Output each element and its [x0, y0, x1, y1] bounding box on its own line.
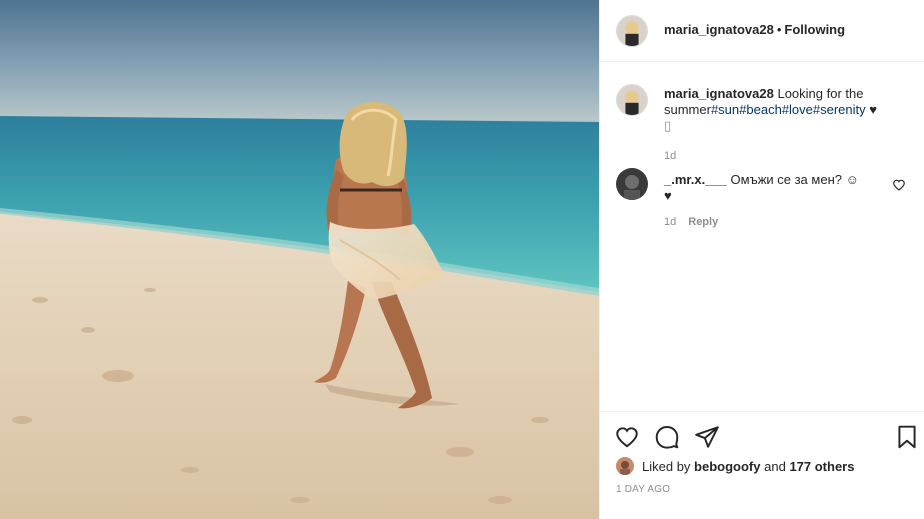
comment-meta: 1d Reply	[664, 216, 718, 228]
author-avatar[interactable]	[616, 14, 648, 47]
post-photo[interactable]	[0, 0, 599, 519]
comment-message: Омъжи се за мен? ☺	[730, 172, 859, 187]
comment-heart: ♥	[664, 188, 672, 203]
following-button[interactable]: Following	[784, 22, 845, 37]
liked-by-prefix: Liked by	[642, 458, 691, 474]
comment-like-heart-icon[interactable]	[892, 178, 906, 192]
hashtag-link[interactable]: #serenity	[813, 102, 866, 117]
action-bar	[600, 411, 924, 449]
post-header: maria_ignatova28 • Following	[600, 0, 924, 62]
caption-heart: ♥	[869, 102, 877, 117]
liked-by-and: and	[764, 458, 786, 474]
hashtag-link[interactable]: #love	[782, 102, 813, 117]
separator-dot: •	[776, 22, 782, 37]
caption-emoji-box: ▯	[664, 118, 672, 133]
beach-photo	[0, 0, 599, 519]
bookmark-icon[interactable]	[894, 424, 920, 450]
header-text: maria_ignatova28 • Following	[664, 22, 845, 37]
likes-summary: Liked by bebogoofy and 177 others	[616, 457, 854, 475]
author-username[interactable]: maria_ignatova28	[664, 22, 774, 37]
caption-username[interactable]: maria_ignatova28	[664, 86, 774, 101]
like-heart-icon[interactable]	[614, 424, 640, 450]
reply-button[interactable]: Reply	[688, 216, 718, 228]
comment-icon[interactable]	[654, 424, 680, 450]
hashtag-link[interactable]: #sun	[711, 102, 739, 117]
liker-avatar[interactable]	[616, 457, 634, 475]
share-icon[interactable]	[694, 424, 720, 450]
post-timestamp[interactable]: 1 DAY AGO	[616, 484, 670, 495]
post-side-panel: maria_ignatova28 • Following maria_ignatov…	[599, 0, 924, 519]
commenter-username[interactable]: _.mr.x.___	[664, 172, 727, 187]
caption-text: maria_ignatova28 Looking for the summer#…	[664, 86, 909, 134]
others-likes-link[interactable]: 177 others	[789, 459, 854, 474]
hashtag-link[interactable]: #beach	[739, 102, 782, 117]
liker-username[interactable]: bebogoofy	[694, 459, 760, 474]
comment-text: _.mr.x.___ Омъжи се за мен? ☺ ♥	[664, 172, 879, 204]
comment-time[interactable]: 1d	[664, 216, 676, 228]
caption-avatar[interactable]	[616, 84, 648, 116]
caption-time[interactable]: 1d	[664, 150, 676, 162]
commenter-avatar[interactable]	[616, 168, 648, 200]
